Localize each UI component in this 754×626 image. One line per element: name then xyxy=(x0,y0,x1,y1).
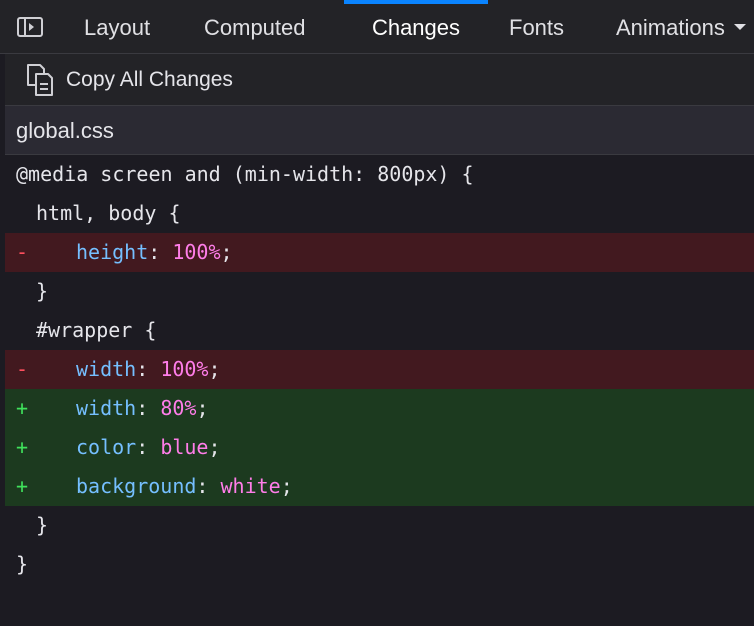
rule-selector: #wrapper { xyxy=(36,318,157,342)
removed-declaration: - height: 100%; xyxy=(5,233,754,272)
added-declaration: + color: blue; xyxy=(5,428,754,467)
removed-marker: - xyxy=(16,240,29,264)
sidebar-toggle-button[interactable] xyxy=(13,14,47,40)
tab-animations[interactable]: Animations xyxy=(616,0,726,54)
file-name[interactable]: global.css xyxy=(16,106,114,156)
tab-layout[interactable]: Layout xyxy=(84,0,150,54)
rule-selector: html, body { xyxy=(36,201,181,225)
rule-close-brace: } xyxy=(36,513,49,537)
code-line: } xyxy=(5,506,754,545)
code-line: html, body { xyxy=(5,194,754,233)
tab-bar: Layout Computed Changes Fonts Animations xyxy=(0,0,754,54)
declaration-value: blue xyxy=(160,435,209,459)
code-line: } xyxy=(5,272,754,311)
declaration-property: color xyxy=(76,435,137,459)
declaration-property: width xyxy=(76,396,137,420)
removed-declaration: - width: 100%; xyxy=(5,350,754,389)
added-declaration: + background: white; xyxy=(5,467,754,506)
added-marker: + xyxy=(16,396,29,420)
tab-computed[interactable]: Computed xyxy=(204,0,306,54)
declaration-property: height xyxy=(76,240,149,264)
declaration-value: 100% xyxy=(172,240,221,264)
added-declaration: + width: 80%; xyxy=(5,389,754,428)
changes-diff: @media screen and (min-width: 800px) { h… xyxy=(5,155,754,584)
added-marker: + xyxy=(16,435,29,459)
declaration-property: width xyxy=(76,357,137,381)
declaration-value: white xyxy=(220,474,281,498)
file-header: global.css xyxy=(5,106,754,155)
media-close-brace: } xyxy=(16,552,29,576)
declaration-value: 100% xyxy=(160,357,209,381)
tab-fonts[interactable]: Fonts xyxy=(509,0,564,54)
copy-icon xyxy=(25,62,55,98)
sidebar-toggle-icon xyxy=(17,17,43,37)
declaration-property: background xyxy=(76,474,197,498)
rule-close-brace: } xyxy=(36,279,49,303)
copy-all-changes-button[interactable]: Copy All Changes xyxy=(25,54,233,106)
chevron-down-icon xyxy=(734,24,746,30)
copy-all-changes-label: Copy All Changes xyxy=(66,68,233,91)
code-line: #wrapper { xyxy=(5,311,754,350)
declaration-value: 80% xyxy=(160,396,197,420)
changes-toolbar: Copy All Changes xyxy=(5,54,754,106)
tabs-overflow-button[interactable] xyxy=(726,0,754,54)
removed-marker: - xyxy=(16,357,29,381)
code-line: @media screen and (min-width: 800px) { xyxy=(5,155,754,194)
code-line: } xyxy=(5,545,754,584)
tab-changes[interactable]: Changes xyxy=(344,0,488,54)
added-marker: + xyxy=(16,474,29,498)
media-rule: @media screen and (min-width: 800px) { xyxy=(16,162,474,186)
